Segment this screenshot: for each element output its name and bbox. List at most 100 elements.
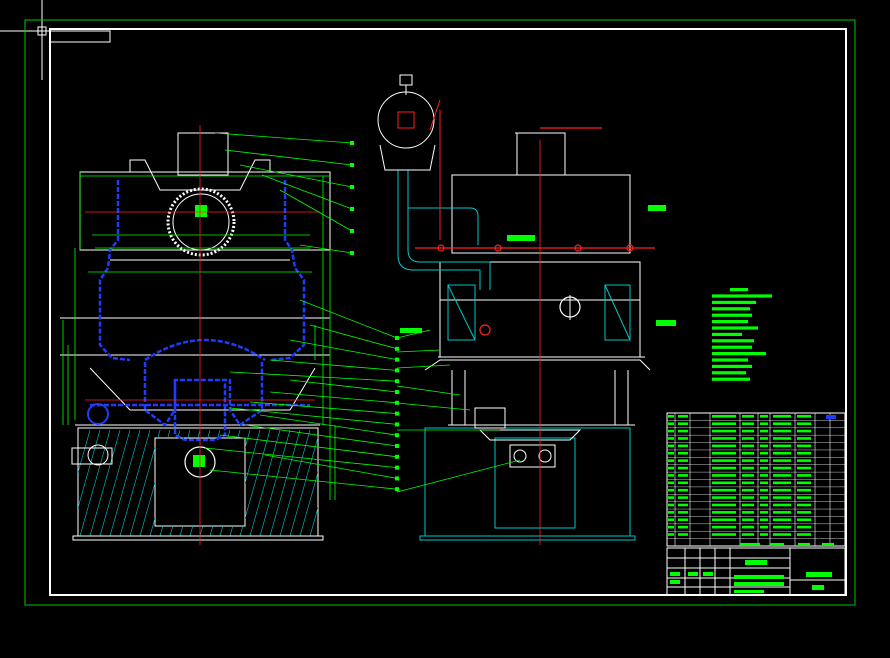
table-cell-text [797, 533, 811, 536]
table-cell-text [760, 488, 768, 492]
table-cell-text [773, 533, 791, 536]
table-cell-text [760, 437, 768, 440]
table-cell-text [773, 488, 791, 492]
table-cell-text [797, 525, 811, 529]
table-cell-text [773, 437, 791, 440]
part-balloon [395, 357, 399, 362]
note-line [712, 358, 748, 362]
table-cell-text [760, 429, 768, 433]
table-cell-text [668, 511, 674, 514]
table-cell-text [678, 429, 688, 433]
note-line [712, 326, 758, 330]
note-line [712, 352, 766, 356]
note-line [712, 371, 746, 375]
table-cell-text [712, 415, 736, 418]
table-cell-text [742, 429, 754, 433]
table-cell-text [760, 511, 768, 514]
table-cell-text [678, 451, 688, 455]
table-cell-text [712, 518, 736, 522]
table-cell-text [678, 533, 688, 536]
table-cell-text [678, 444, 688, 448]
part-balloon [350, 251, 354, 255]
table-cell-text [760, 481, 768, 485]
part-balloon [395, 379, 399, 384]
part-balloon [395, 368, 399, 373]
table-cell-text [712, 422, 736, 425]
table-cell-text [712, 511, 736, 514]
table-footer-text [740, 543, 760, 546]
table-cell-text [712, 488, 736, 492]
table-cell-text [668, 444, 674, 448]
part-balloon [395, 465, 399, 470]
table-cell-text [742, 488, 754, 492]
table-cell-text [773, 459, 791, 462]
table-cell-text [797, 488, 811, 492]
table-cell-text [742, 496, 754, 499]
table-cell-text [773, 466, 791, 470]
note-line [712, 364, 752, 368]
table-cell-text [797, 429, 811, 433]
table-cell-text [678, 525, 688, 529]
table-cell-text [668, 533, 674, 536]
table-cell-text [742, 415, 754, 418]
table-cell-text [773, 496, 791, 499]
table-footer-text [822, 543, 834, 546]
table-cell-text [668, 429, 674, 433]
note-line [712, 294, 772, 298]
table-cell-text [797, 444, 811, 448]
table-cell-text [760, 525, 768, 529]
table-cell-text [760, 503, 768, 507]
table-cell-text [668, 422, 674, 425]
table-cell-text [712, 466, 736, 470]
note-line [730, 288, 748, 292]
table-cell-text [668, 415, 674, 418]
note-line [712, 377, 750, 381]
table-cell-text [742, 511, 754, 514]
note-line [712, 345, 752, 349]
part-balloon [395, 454, 399, 459]
part-balloon [395, 444, 399, 448]
part-balloon [350, 229, 354, 233]
table-cell-text [678, 466, 688, 470]
part-balloon [395, 411, 399, 416]
table-cell-text [773, 451, 791, 455]
table-cell-text [797, 415, 811, 418]
table-cell-text [712, 459, 736, 462]
table-cell-text [678, 503, 688, 507]
table-footer-text [798, 543, 810, 546]
table-cell-text [797, 481, 811, 485]
table-cell-text [773, 511, 791, 514]
part-balloon [350, 163, 354, 167]
table-cell-text [678, 415, 688, 418]
table-cell-text [797, 451, 811, 455]
table-cell-text [678, 481, 688, 485]
table-cell-text [773, 525, 791, 529]
table-cell-text [773, 503, 791, 507]
table-cell-text [668, 451, 674, 455]
table-cell-text [678, 518, 688, 522]
table-cell-text [760, 518, 768, 522]
part-balloon [395, 476, 399, 481]
part-balloon [350, 207, 354, 211]
table-cell-text [712, 429, 736, 433]
table-cell-text [678, 488, 688, 492]
table-cell-text [760, 459, 768, 462]
table-cell-text [712, 451, 736, 455]
table-cell-text [678, 437, 688, 440]
table-cell-text [668, 496, 674, 499]
table-cell-text [678, 496, 688, 499]
table-cell-text [797, 503, 811, 507]
table-cell-text [668, 437, 674, 440]
table-header-mark [826, 415, 836, 419]
table-cell-text [760, 474, 768, 477]
table-cell-text [742, 437, 754, 440]
part-balloon [395, 390, 399, 394]
table-cell-text [797, 466, 811, 470]
table-cell-text [797, 437, 811, 440]
table-cell-text [678, 459, 688, 462]
table-cell-text [712, 481, 736, 485]
table-cell-text [773, 444, 791, 448]
table-cell-text [668, 503, 674, 507]
table-cell-text [668, 474, 674, 477]
table-cell-text [678, 511, 688, 514]
